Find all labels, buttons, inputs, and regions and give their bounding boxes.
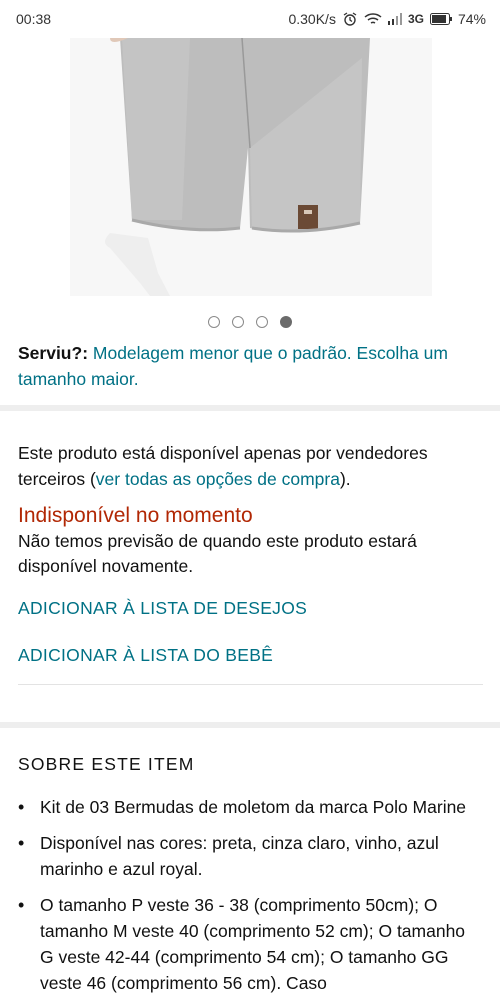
battery-level: 74% [457,11,486,27]
thin-divider [18,684,483,685]
bullet-text: O tamanho P veste 36 - 38 (comprimento 5… [40,895,466,993]
unavailable-title: Indisponível no momento [18,504,253,527]
status-bar: 00:38 0.30K/s 3G 74% [0,0,500,38]
pager-dot[interactable] [232,316,244,328]
list-item: • Disponível nas cores: preta, cinza clar… [18,830,480,882]
no-forecast-text: Não temos previsão de quando este produt… [18,531,417,576]
list-item: • Kit de 03 Bermudas de moletom da marca … [18,794,480,820]
bullet-dot-icon: • [18,895,25,915]
bullet-text: Disponível nas cores: preta, cinza claro… [40,833,439,879]
about-heading: SOBRE ESTE ITEM [18,754,195,774]
availability-text: Este produto está disponível apenas por … [18,440,483,492]
bullet-dot-icon: • [18,833,25,853]
fit-info: Serviu?: Modelagem menor que o padrão. E… [18,340,478,392]
add-to-wishlist-link[interactable]: ADICIONAR À LISTA DE DESEJOS [18,598,307,619]
image-pager [0,316,500,328]
shorts-photo-icon [70,38,432,296]
signal-icon [387,13,402,25]
section-divider [0,405,500,411]
pager-dot[interactable] [256,316,268,328]
net-speed: 0.30K/s [288,11,336,27]
status-icons: 0.30K/s 3G 74% [288,11,486,27]
section-divider [0,722,500,728]
add-to-baby-list-link[interactable]: ADICIONAR À LISTA DO BEBÊ [18,645,273,666]
about-bullets: • Kit de 03 Bermudas de moletom da marca … [18,794,480,1000]
status-time: 00:38 [16,11,52,27]
availability-suffix: ). [339,469,351,489]
battery-icon [429,13,452,25]
wifi-icon [364,12,382,26]
bullet-text: Kit de 03 Bermudas de moletom da marca P… [40,797,467,817]
network-type: 3G [407,12,424,26]
list-item: • O tamanho P veste 36 - 38 (comprimento … [18,892,480,996]
bullet-dot-icon: • [18,797,25,817]
product-image[interactable] [70,38,432,296]
see-all-options-link[interactable]: ver todas as opções de compra [96,469,340,489]
alarm-icon [342,11,358,27]
pager-dot-active[interactable] [280,316,292,328]
pager-dot[interactable] [208,316,220,328]
fit-label: Serviu?: [18,343,89,363]
